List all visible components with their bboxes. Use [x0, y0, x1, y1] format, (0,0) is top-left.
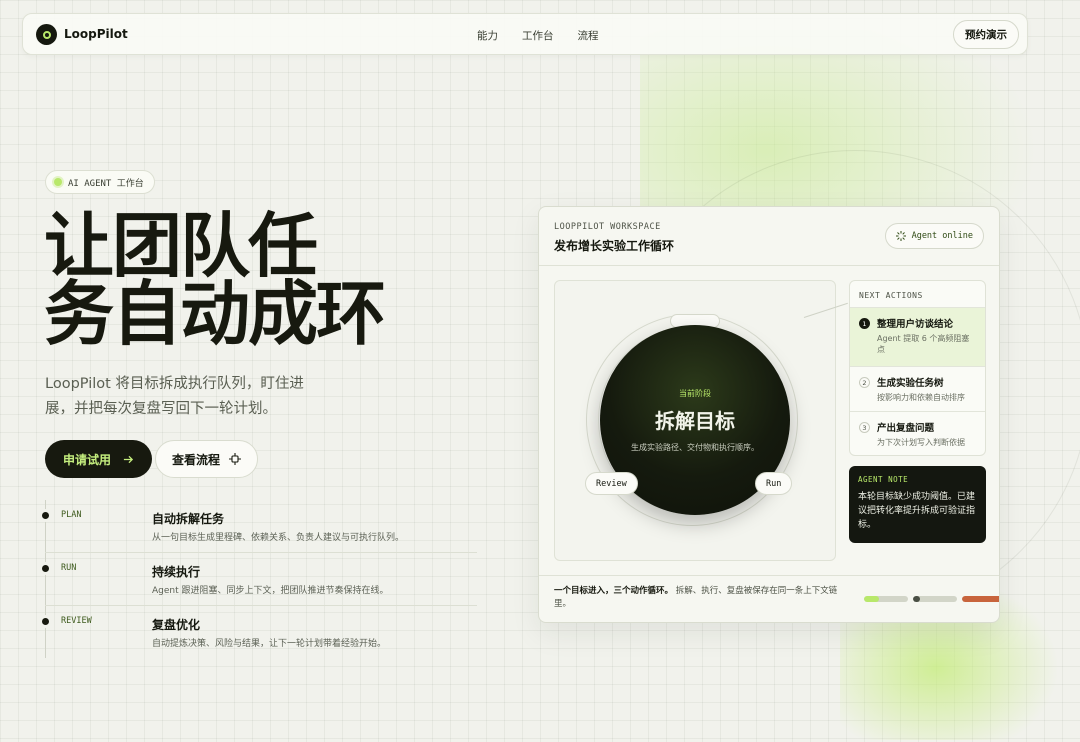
top-nav: LoopPilot 能力 工作台 流程 预约演示	[22, 13, 1028, 55]
view-process-button[interactable]: 查看流程	[155, 440, 259, 478]
progress-bar-2	[913, 596, 957, 602]
progress-fill	[962, 596, 999, 602]
action-item[interactable]: 2 生成实验任务树 按影响力和依赖自动排序	[850, 367, 985, 412]
progress-fill	[864, 596, 880, 602]
nav-link-process[interactable]: 流程	[578, 28, 599, 43]
timeline-item-run: RUN 持续执行 Agent 跟进阻塞、同步上下文，把团队推进节奏保持在线。	[42, 553, 477, 606]
nav-link-capabilities[interactable]: 能力	[477, 28, 498, 43]
next-actions-heading: NEXT ACTIONS	[850, 281, 985, 308]
action-desc: 为下次计划写入判断依据	[877, 438, 965, 447]
hero-headline-line-1: 让团队任	[44, 205, 318, 287]
agent-note: AGENT NOTE 本轮目标缺少成功阈值。已建议把转化率提升拆成可验证指标。	[849, 466, 986, 543]
action-title: 生成实验任务树	[877, 378, 944, 389]
card-footer-divider	[539, 575, 999, 576]
spinner-icon	[895, 231, 906, 241]
nav-links: 能力 工作台 流程	[477, 28, 599, 43]
timeline-title: 自动拆解任务	[152, 512, 225, 526]
action-title: 产出复盘问题	[877, 423, 935, 434]
timeline-desc: Agent 跟进阻塞、同步上下文，把团队推进节奏保持在线。	[152, 586, 389, 596]
next-actions-panel: NEXT ACTIONS 1 整理用户访谈结论 Agent 提取 6 个高频阻塞…	[849, 280, 986, 456]
action-number: 1	[859, 318, 870, 329]
stage-panel: 当前阶段 拆解目标 生成实验路径、交付物和执行顺序。 Review Run	[554, 280, 836, 561]
timeline-title: 复盘优化	[152, 618, 201, 632]
agent-status-badge[interactable]: Agent online	[884, 223, 984, 249]
progress-bar-1	[864, 596, 908, 602]
timeline-dot	[42, 512, 49, 519]
timeline-item-plan: PLAN 自动拆解任务 从一句目标生成里程碑、依赖关系、负责人建议与可执行队列。	[42, 500, 477, 553]
timeline-desc: 自动提炼决策、风险与结果，让下一轮计划带着经验开始。	[152, 639, 387, 649]
progress-fill	[913, 596, 920, 602]
timeline-dot	[42, 618, 49, 625]
workspace-card: LOOPPILOT WORKSPACE 发布增长实验工作循环 Agent onl…	[538, 206, 1000, 623]
stage-title: 拆解目标	[655, 408, 735, 433]
loop-progress-bars	[864, 596, 999, 602]
workspace-title: 发布增长实验工作循环	[554, 239, 675, 253]
card-divider	[539, 265, 999, 266]
hero-subtitle: LoopPilot 将目标拆成执行队列，盯住进展，并把每次复盘写回下一轮计划。	[45, 376, 304, 417]
brand-name[interactable]: LoopPilot	[64, 27, 128, 41]
agent-status-label: Agent online	[911, 231, 973, 241]
action-item[interactable]: 1 整理用户访谈结论 Agent 提取 6 个高频阻塞点	[850, 308, 985, 367]
hero-badge: AI AGENT 工作台	[45, 170, 155, 194]
feature-timeline: PLAN 自动拆解任务 从一句目标生成里程碑、依赖关系、负责人建议与可执行队列。…	[42, 500, 477, 660]
hero-headline-line-2: 务自动成环	[44, 273, 386, 355]
logo-icon[interactable]	[36, 24, 57, 45]
view-process-label: 查看流程	[172, 452, 221, 467]
review-pill[interactable]: Review	[585, 472, 638, 495]
action-title: 整理用户访谈结论	[877, 319, 954, 330]
stage-desc: 生成实验路径、交付物和执行顺序。	[631, 442, 759, 452]
action-number: 2	[859, 377, 870, 388]
timeline-tag: REVIEW	[61, 616, 92, 626]
workspace-footer-text: 一个目标进入，三个动作循环。 拆解、执行、复盘被保存在同一条上下文链里。	[554, 585, 854, 611]
status-dot-icon	[54, 178, 62, 186]
stage-eyebrow: 当前阶段	[679, 388, 711, 398]
action-number: 3	[859, 422, 870, 433]
run-pill[interactable]: Run	[755, 472, 793, 495]
arrow-right-icon	[123, 455, 134, 463]
timeline-tag: PLAN	[61, 510, 82, 520]
hero-badge-label: AI AGENT 工作台	[68, 178, 144, 189]
apply-trial-label: 申请试用	[63, 452, 112, 467]
timeline-desc: 从一句目标生成里程碑、依赖关系、负责人建议与可执行队列。	[152, 533, 405, 543]
hero-headline: 让团队任 务自动成环	[44, 205, 464, 355]
action-desc: 按影响力和依赖自动排序	[877, 393, 965, 402]
timeline-dot	[42, 565, 49, 572]
action-desc: Agent 提取 6 个高频阻塞点	[877, 334, 970, 354]
apply-trial-button[interactable]: 申请试用	[45, 440, 153, 478]
action-item[interactable]: 3 产出复盘问题 为下次计划写入判断依据	[850, 412, 985, 455]
timeline-title: 持续执行	[152, 565, 201, 579]
agent-note-heading: AGENT NOTE	[858, 475, 909, 484]
progress-bar-3	[962, 596, 999, 602]
timeline-item-review: REVIEW 复盘优化 自动提炼决策、风险与结果，让下一轮计划带着经验开始。	[42, 606, 477, 659]
agent-note-text: 本轮目标缺少成功阈值。已建议把转化率提升拆成可验证指标。	[858, 492, 976, 530]
book-demo-button[interactable]: 预约演示	[953, 20, 1019, 49]
crosshair-icon	[229, 453, 242, 465]
timeline-tag: RUN	[61, 563, 77, 573]
footer-bold-text: 一个目标进入，三个动作循环。	[554, 586, 674, 596]
nav-link-workspace[interactable]: 工作台	[522, 28, 554, 43]
workspace-eyebrow: LOOPPILOT WORKSPACE	[554, 222, 661, 232]
